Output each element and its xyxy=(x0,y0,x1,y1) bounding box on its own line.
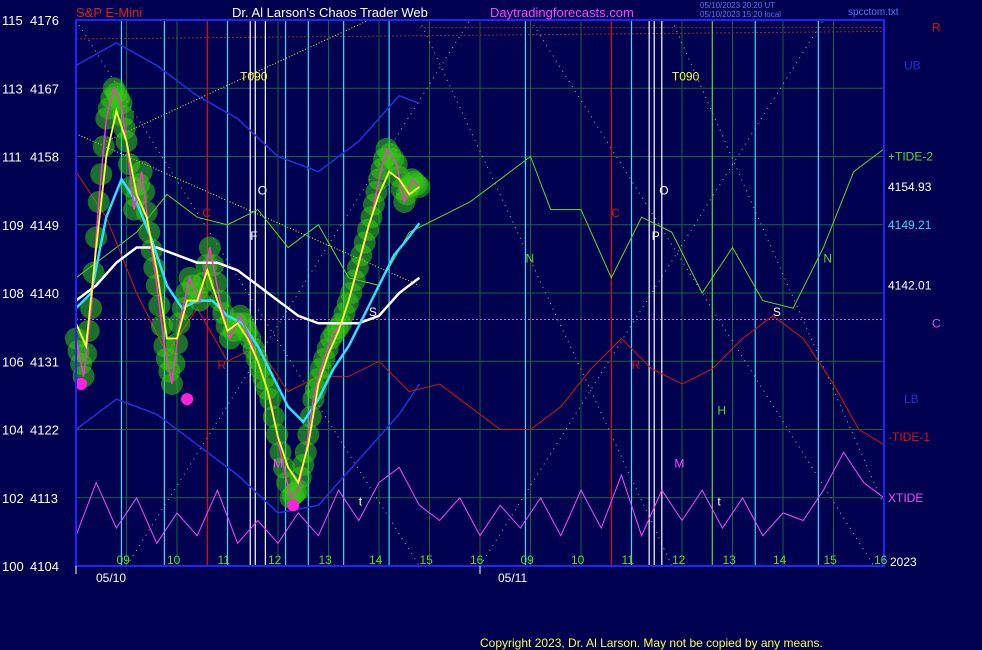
y-tick-left: 111 xyxy=(2,150,22,165)
x-hour-label: 09 xyxy=(117,553,131,567)
y-tick-left: 109 xyxy=(2,218,24,233)
y-tick-price: 4131 xyxy=(30,354,59,369)
right-label: XTIDE xyxy=(888,491,923,505)
y-tick-left: 108 xyxy=(2,286,24,301)
y-tick-left: 115 xyxy=(2,13,23,28)
right-label: LB xyxy=(904,392,919,406)
y-tick-left: 113 xyxy=(2,81,23,96)
chaos-trader-chart: T090 T090 O O C C F P N N R R S S H M Mt t R UB +TIDE-2 4154.… xyxy=(2,1,941,650)
x-hour-label: 16 xyxy=(470,553,484,567)
annotation-label: P xyxy=(652,229,660,243)
y-tick-left: 106 xyxy=(2,354,24,369)
x-hour-label: 11 xyxy=(622,553,635,567)
instrument-title: S&P E-Mini xyxy=(76,5,142,20)
annotation-label: t xyxy=(717,494,721,508)
y-tick-price: 4140 xyxy=(30,286,59,301)
x-hour-label: 16 xyxy=(874,553,888,567)
x-hour-label: 15 xyxy=(420,553,434,567)
y-tick-left: 100 xyxy=(2,559,24,574)
right-label: 4149.21 xyxy=(888,218,932,232)
x-hour-label: 14 xyxy=(369,553,383,567)
annotation-label: T090 xyxy=(240,70,268,84)
annotation-label: N xyxy=(823,252,832,266)
annotation-label: M xyxy=(674,456,684,470)
annotation-label: t xyxy=(359,494,363,508)
site-title: Dr. Al Larson's Chaos Trader Web xyxy=(232,5,428,20)
timestamp-ut: 05/10/2023 20:20 UT xyxy=(700,1,775,10)
right-label: -TIDE-1 xyxy=(888,430,930,444)
annotation-label: S xyxy=(773,305,781,319)
y-tick-price: 4149 xyxy=(30,218,59,233)
right-label: 4142.01 xyxy=(888,278,932,292)
annotation-label: F xyxy=(250,229,257,243)
y-tick-left: 104 xyxy=(2,423,24,438)
x-hour-label: 11 xyxy=(218,553,231,567)
right-label: C xyxy=(932,316,941,330)
cycle-diagonal xyxy=(671,19,885,506)
x-hour-label: 13 xyxy=(723,553,737,567)
x-date-label: 05/11 xyxy=(498,571,527,585)
annotation-label: M xyxy=(273,456,283,470)
timestamp-local: 05/10/2023 15:20 local xyxy=(700,10,781,19)
y-tick-price: 4176 xyxy=(30,13,59,28)
x-hour-label: 10 xyxy=(167,553,181,567)
x-hour-label: 12 xyxy=(672,553,686,567)
x-hour-label: 12 xyxy=(268,553,282,567)
copyright: Copyright 2023, Dr. Al Larson. May not b… xyxy=(480,636,823,650)
annotation-label: C xyxy=(202,206,211,220)
x-hour-label: 15 xyxy=(824,553,838,567)
low-marker xyxy=(287,499,300,512)
y-tick-price: 4158 xyxy=(30,150,59,165)
annotation-label: O xyxy=(659,183,668,197)
annotation-label: C xyxy=(611,206,620,220)
x-hour-label: 10 xyxy=(571,553,585,567)
x-hour-label: 13 xyxy=(319,553,333,567)
y-tick-price: 4122 xyxy=(30,423,59,438)
right-label: 4154.93 xyxy=(888,180,932,194)
low-marker xyxy=(181,393,194,406)
right-label: UB xyxy=(904,59,921,73)
data-file: spcctom.txt xyxy=(848,7,899,18)
annotation-label: O xyxy=(258,183,267,197)
x-date-label: 05/10 xyxy=(96,571,126,585)
right-label: R xyxy=(932,21,941,35)
annotation-label: T090 xyxy=(672,70,700,84)
annotation-label: N xyxy=(525,252,534,266)
y-tick-price: 4104 xyxy=(30,559,59,574)
x-hour-label: 09 xyxy=(521,553,535,567)
site-url: Daytradingforecasts.com xyxy=(490,5,634,20)
annotation-label: H xyxy=(717,403,726,417)
y-tick-price: 4113 xyxy=(30,491,58,506)
x-hour-label: 14 xyxy=(773,553,787,567)
lower-band-line xyxy=(75,383,421,514)
annotation-label: R xyxy=(632,358,641,372)
y-tick-left: 102 xyxy=(2,491,24,506)
right-label: +TIDE-2 xyxy=(888,150,933,164)
annotation-label: R xyxy=(217,358,226,372)
year-label: 2023 xyxy=(890,555,917,569)
annotation-label: S xyxy=(369,305,377,319)
y-tick-price: 4167 xyxy=(30,81,59,96)
